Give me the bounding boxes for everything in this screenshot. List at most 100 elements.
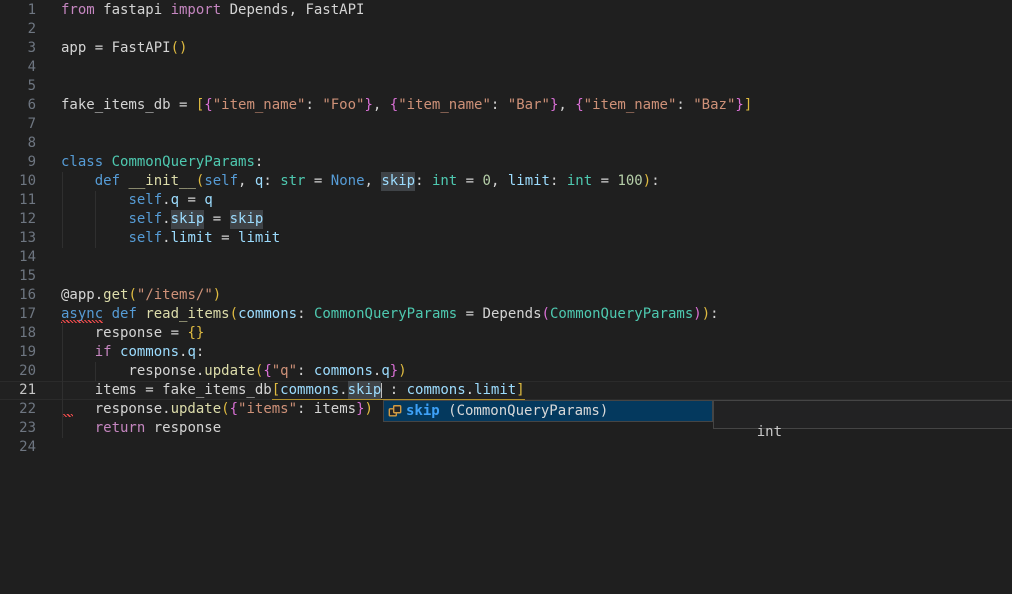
code-token xyxy=(112,343,120,362)
line-number[interactable]: 21 xyxy=(0,381,36,400)
code-line[interactable]: 18 response = {} xyxy=(0,324,1012,343)
code-token: class xyxy=(61,153,103,172)
code-text: def __init__(self, q: str = None, skip: … xyxy=(61,172,660,191)
code-line[interactable]: 24 xyxy=(0,438,1012,457)
code-token: ) xyxy=(213,286,221,305)
line-number[interactable]: 12 xyxy=(0,210,36,229)
code-token: : xyxy=(196,343,204,362)
code-text: response = {} xyxy=(61,324,204,343)
code-line[interactable]: 11 self.q = q xyxy=(0,191,1012,210)
line-number[interactable]: 16 xyxy=(0,286,36,305)
line-number[interactable]: 2 xyxy=(0,20,36,39)
line-number[interactable]: 22 xyxy=(0,400,36,419)
code-line[interactable]: 14 xyxy=(0,248,1012,267)
line-number[interactable]: 13 xyxy=(0,229,36,248)
code-token: str xyxy=(280,172,305,191)
line-number[interactable]: 18 xyxy=(0,324,36,343)
code-token: __init__ xyxy=(128,172,195,191)
code-token: { xyxy=(204,96,212,115)
code-token: ) xyxy=(693,305,701,324)
code-line[interactable]: 3 app = FastAPI() xyxy=(0,39,1012,58)
code-token: : xyxy=(305,96,322,115)
code-token: { xyxy=(230,400,238,419)
code-token: "item_name" xyxy=(584,96,677,115)
line-number[interactable]: 20 xyxy=(0,362,36,381)
code-token: : xyxy=(676,96,693,115)
code-token: , xyxy=(365,172,382,191)
line-number[interactable]: 9 xyxy=(0,153,36,172)
code-token: update xyxy=(171,400,222,419)
line-number[interactable]: 17 xyxy=(0,305,36,324)
code-token: } xyxy=(196,324,204,343)
code-token: { xyxy=(187,324,195,343)
suggestion-item-selected[interactable]: skip (CommonQueryParams) xyxy=(384,401,712,421)
code-token: q xyxy=(171,191,179,210)
code-token: . xyxy=(466,381,474,400)
line-number[interactable]: 11 xyxy=(0,191,36,210)
line-number[interactable]: 6 xyxy=(0,96,36,115)
code-line[interactable]: 9class CommonQueryParams: xyxy=(0,153,1012,172)
code-line[interactable]: 8 xyxy=(0,134,1012,153)
line-number[interactable]: 4 xyxy=(0,58,36,77)
code-text: response.update({"items": items}) xyxy=(61,400,373,419)
line-number[interactable]: 8 xyxy=(0,134,36,153)
code-token: } xyxy=(550,96,558,115)
code-token: : xyxy=(263,172,280,191)
code-token: update xyxy=(204,362,255,381)
code-line[interactable]: 15 xyxy=(0,267,1012,286)
code-token: : xyxy=(297,305,314,324)
code-token: { xyxy=(575,96,583,115)
code-token: app = FastAPI xyxy=(61,39,171,58)
code-token: : xyxy=(255,153,263,172)
line-number[interactable]: 19 xyxy=(0,343,36,362)
code-token: "/items/" xyxy=(137,286,213,305)
line-number[interactable]: 24 xyxy=(0,438,36,457)
line-number[interactable]: 14 xyxy=(0,248,36,267)
code-token: None xyxy=(331,172,365,191)
code-token xyxy=(61,419,95,438)
suggestion-detail: (CommonQueryParams) xyxy=(440,402,609,421)
line-number[interactable]: 1 xyxy=(0,1,36,20)
code-token: int xyxy=(432,172,457,191)
code-token: ( xyxy=(221,400,229,419)
code-text: items = fake_items_db[commons.skip : com… xyxy=(61,381,525,400)
code-text: @app.get("/items/") xyxy=(61,286,221,305)
line-number[interactable]: 5 xyxy=(0,77,36,96)
code-token: : xyxy=(651,172,659,191)
code-line[interactable]: 13 self.limit = limit xyxy=(0,229,1012,248)
code-line[interactable]: 20 response.update({"q": commons.q}) xyxy=(0,362,1012,381)
code-token: : xyxy=(297,400,314,419)
code-token: : xyxy=(297,362,314,381)
code-line[interactable]: 10 def __init__(self, q: str = None, ski… xyxy=(0,172,1012,191)
line-number[interactable]: 23 xyxy=(0,419,36,438)
code-line[interactable]: 4 xyxy=(0,58,1012,77)
code-line[interactable]: 2 xyxy=(0,20,1012,39)
code-line[interactable]: 6fake_items_db = [{"item_name": "Foo"}, … xyxy=(0,96,1012,115)
code-text: self.skip = skip xyxy=(61,210,263,229)
code-token: "items" xyxy=(238,400,297,419)
code-line[interactable]: 17async def read_items(commons: CommonQu… xyxy=(0,305,1012,324)
code-token: Depends xyxy=(483,305,542,324)
line-number[interactable]: 10 xyxy=(0,172,36,191)
code-token: = xyxy=(457,305,482,324)
code-token: limit xyxy=(171,229,213,248)
code-line[interactable]: 5 xyxy=(0,77,1012,96)
code-token: : xyxy=(491,96,508,115)
code-token xyxy=(103,153,111,172)
code-token: response. xyxy=(61,362,204,381)
code-text: app = FastAPI() xyxy=(61,39,187,58)
code-token xyxy=(61,400,95,419)
line-number[interactable]: 3 xyxy=(0,39,36,58)
code-line[interactable]: 16 @app.get("/items/") xyxy=(0,286,1012,305)
line-number[interactable]: 7 xyxy=(0,115,36,134)
line-number[interactable]: 15 xyxy=(0,267,36,286)
code-token: = xyxy=(457,172,482,191)
code-line[interactable]: 12 self.skip = skip xyxy=(0,210,1012,229)
code-line[interactable]: 19 if commons.q: xyxy=(0,343,1012,362)
code-token: items xyxy=(314,400,356,419)
code-token: self xyxy=(128,191,162,210)
code-token: , xyxy=(558,96,575,115)
code-line[interactable]: 1from fastapi import Depends, FastAPI xyxy=(0,1,1012,20)
code-line[interactable]: 7 xyxy=(0,115,1012,134)
autocomplete-popup: skip (CommonQueryParams) xyxy=(383,400,713,422)
